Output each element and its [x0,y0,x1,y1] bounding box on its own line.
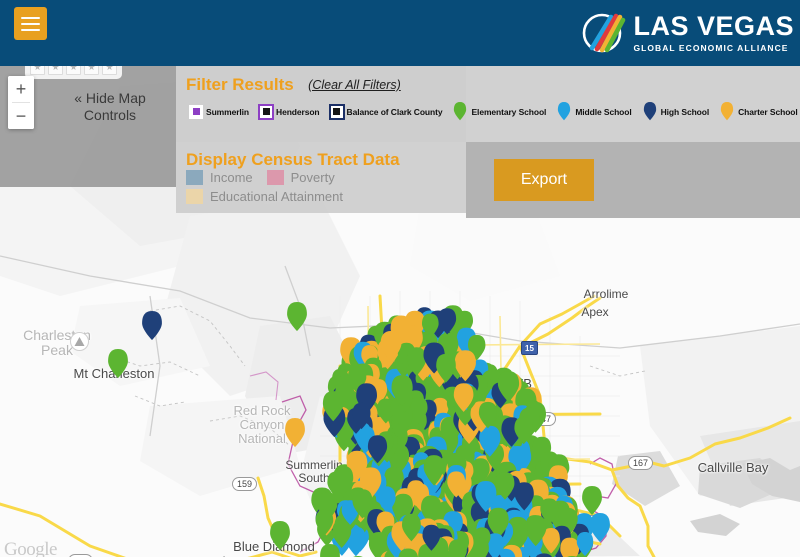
education-label: Educational Attainment [210,189,343,204]
checkbox-henderson[interactable] [258,103,275,120]
filter-results-title: Filter Results [186,75,294,94]
hide-map-controls-link[interactable]: « Hide Map Controls [62,90,158,124]
poverty-label: Poverty [290,170,335,185]
income-label: Income [210,170,253,185]
checkbox-balance-clark-county[interactable] [328,103,345,120]
logo-title: LAS VEGAS [633,11,794,42]
map-label-spring-valley: S [429,435,439,450]
middle-school-pin-icon [558,102,571,121]
label-middle-school: Middle School [575,106,632,117]
label-charter-school: Charter School [738,106,798,117]
poverty-swatch-icon [266,170,284,185]
legend-middle-school[interactable]: Middle School [557,102,632,121]
label-balance-clark-county: Balance of Clark County [346,106,443,117]
map-label-summerlin-south: Summerlin South [285,458,343,485]
highway-shield-15: 15 [521,341,538,355]
census-data-header: Display Census Tract Data [186,150,400,170]
income-swatch-icon [186,170,203,185]
app-header: LAS VEGAS GLOBAL ECONOMIC ALLIANCE [0,0,800,66]
brand-logo[interactable]: LAS VEGAS GLOBAL ECONOMIC ALLIANCE [578,6,794,60]
filter-legend-row: Summerlin Henderson Balance of Clark Cou… [189,102,800,121]
map-label-valley: ey [514,496,528,511]
census-option-education[interactable]: Educational Attainment [186,189,357,204]
logo-subtitle: GLOBAL ECONOMIC ALLIANCE [633,43,789,54]
app-root: LAS VEGAS GLOBAL ECONOMIC ALLIANCE Googl… [0,0,800,557]
google-attribution: Google [4,539,57,557]
export-panel: Export [466,142,800,218]
hamburger-line [21,16,40,19]
mountain-poi-icon [70,332,89,351]
census-row-secondary: Educational Attainment [186,189,357,204]
census-row-primary: Income Poverty [186,170,357,185]
label-high-school: High School [660,106,710,117]
elementary-school-pin-icon [454,102,467,121]
map-label-blue-diamond: Blue Diamond [233,539,315,554]
highway-shield-564: 564 [576,515,602,529]
hamburger-line [21,28,40,31]
legend-charter-school[interactable]: Charter School [720,102,798,121]
export-button[interactable]: Export [494,159,594,201]
balance-clark-swatch-icon [333,108,341,115]
education-swatch-icon [186,189,203,204]
map-label-callville-bay: Callville Bay [697,460,769,475]
summerlin-swatch-icon [192,108,200,115]
label-elementary-school: Elementary School [471,106,547,117]
legend-elementary-school[interactable]: Elementary School [453,102,546,121]
map-label-mt-charleston: Mt Charleston [73,366,155,381]
label-summerlin: Summerlin [206,106,250,117]
label-henderson: Henderson [276,106,320,117]
map-label-arrolime: Arrolime [583,287,629,301]
high-school-pin-icon [643,102,656,121]
zoom-out-button[interactable]: − [8,103,34,129]
map-label-nellis-afb: Nellis AFB [472,376,532,391]
map-label-apex: Apex [581,305,609,319]
checkbox-summerlin[interactable] [189,104,203,119]
highway-shield-147: 147 [531,412,557,426]
filter-header: Filter Results (Clear All Filters) [186,75,466,95]
census-data-title: Display Census Tract Data [186,150,400,169]
zoom-in-button[interactable]: + [8,76,34,102]
lvgea-logo-icon [583,13,626,53]
filter-results-panel: Filter Results (Clear All Filters) Displ… [176,66,466,213]
map-label-paradise: Paradise [415,495,471,511]
hamburger-menu-icon[interactable] [14,7,47,40]
henderson-swatch-icon [262,108,270,115]
map-label-henderson: He [529,545,547,557]
legend-high-school[interactable]: High School [643,102,709,121]
charter-school-pin-icon [720,102,734,121]
highway-shield-159: 159 [232,477,258,491]
census-option-income[interactable]: Income [186,170,267,185]
highway-shield-167: 167 [628,456,654,470]
census-options-list: Income Poverty Educational Attainment [186,170,357,208]
clear-all-filters-link[interactable]: (Clear All Filters) [308,78,401,92]
census-option-poverty[interactable]: Poverty [266,170,349,185]
hamburger-line [21,22,40,25]
zoom-controls[interactable]: + − [8,76,34,129]
map-label-red-rock-canyon: Red Rock Canyon National [233,403,291,446]
